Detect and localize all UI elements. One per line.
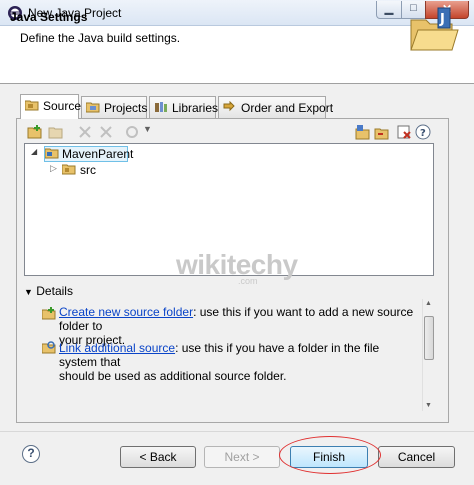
remove-source-icon[interactable] <box>396 124 412 140</box>
watermark: wikitechy <box>176 249 298 280</box>
link-source-icon <box>48 127 63 139</box>
next-button[interactable]: Next > <box>204 446 280 468</box>
scroll-down-icon[interactable]: ▼ <box>425 402 432 409</box>
scroll-up-icon[interactable]: ▲ <box>425 300 432 307</box>
exclude-filter-icon <box>100 126 112 138</box>
tab-projects[interactable]: Projects <box>81 96 147 118</box>
libraries-icon <box>155 102 167 112</box>
link-folder-icon <box>42 341 56 354</box>
java-project-wizard-icon: J <box>410 7 459 51</box>
tree-item-label: MavenParent <box>62 147 134 161</box>
tab-libraries[interactable]: Libraries <box>149 96 219 118</box>
tab-projects-label: Projects <box>104 101 148 115</box>
project-folder-icon <box>45 148 59 159</box>
svg-text:J: J <box>439 12 445 27</box>
watermark-sub: .com <box>238 276 258 286</box>
tab-order-export-label: Order and Export <box>241 101 334 115</box>
collapse-chevron-icon: ▼ <box>24 287 33 297</box>
create-source-folder-link[interactable]: Create new source folder <box>59 305 193 319</box>
back-button[interactable]: < Back <box>120 446 196 468</box>
dropdown-chevron-icon[interactable]: ▼ <box>143 124 152 134</box>
configure-build-path-icon <box>126 126 138 138</box>
tab-order-and-export[interactable]: Order and Export <box>218 96 333 118</box>
expanded-arrow-icon[interactable]: ◢ <box>31 147 37 156</box>
minimize-button[interactable]: ▁ <box>376 1 402 19</box>
tab-source[interactable]: Source <box>20 94 82 119</box>
details-panel: Create new source folder: use this if yo… <box>24 299 434 409</box>
projects-folder-icon <box>86 102 100 113</box>
separator <box>0 431 474 432</box>
minimize-icon: ▁ <box>384 3 394 15</box>
details-item-link: Link additional source: use this if you … <box>59 341 419 383</box>
tab-source-label: Source <box>43 99 82 113</box>
add-source-folder-icon[interactable] <box>27 124 43 140</box>
details-text: should be used as additional source fold… <box>59 369 287 383</box>
add-folder-icon[interactable] <box>374 124 390 140</box>
scrollbar-thumb[interactable] <box>424 316 434 360</box>
tree-item-label: src <box>80 163 96 177</box>
help-button[interactable]: ? <box>22 445 40 463</box>
order-export-icon <box>223 101 235 112</box>
highlight-ring <box>279 436 381 474</box>
details-section-header[interactable]: ▼ Details <box>24 284 73 298</box>
cancel-button[interactable]: Cancel <box>378 446 455 468</box>
include-filter-icon <box>79 126 91 138</box>
page-description: Define the Java build settings. <box>20 31 181 45</box>
page-title: Java Settings <box>10 10 88 24</box>
svg-text:?: ? <box>420 128 426 139</box>
source-folder-icon <box>25 100 39 111</box>
collapsed-arrow-icon[interactable]: ▷ <box>50 163 57 174</box>
package-folder-icon <box>62 164 76 175</box>
help-contents-icon[interactable]: ? <box>415 124 431 140</box>
details-label: Details <box>36 284 73 298</box>
new-source-folder-icon[interactable] <box>355 124 371 140</box>
tab-libraries-label: Libraries <box>172 101 219 115</box>
link-additional-source-link[interactable]: Link additional source <box>59 341 175 355</box>
create-folder-icon <box>42 307 56 320</box>
